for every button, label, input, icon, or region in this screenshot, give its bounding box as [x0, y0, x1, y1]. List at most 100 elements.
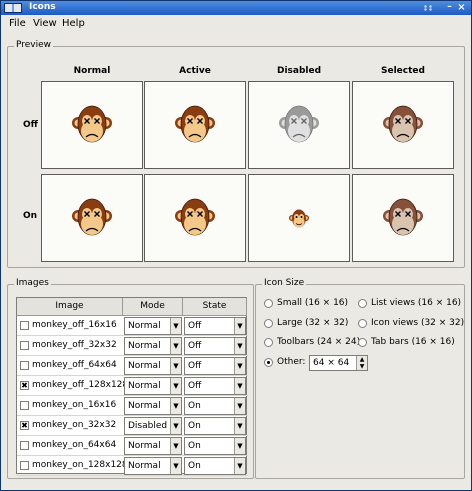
table-row[interactable]: monkey_off_64x64 Normal ▼ Off ▼ — [17, 356, 248, 376]
row-header-on: On — [23, 211, 38, 221]
state-value: On — [188, 441, 201, 451]
table-row[interactable]: monkey_off_32x32 Normal ▼ Off ▼ — [17, 336, 248, 356]
menu-help[interactable]: Help — [62, 18, 85, 29]
chevron-down-icon[interactable]: ▼ — [170, 338, 181, 354]
close-button[interactable]: × — [456, 2, 467, 13]
image-name: monkey_off_64x64 — [32, 360, 117, 370]
images-table[interactable]: Image Mode State monkey_off_16x16 Normal ▼… — [16, 297, 248, 476]
row-header-off: Off — [23, 120, 38, 130]
table-row[interactable]: monkey_on_64x64 Normal ▼ On ▼ — [17, 436, 248, 456]
state-value: On — [188, 421, 201, 431]
chevron-down-icon[interactable]: ▼ — [170, 358, 181, 374]
chevron-down-icon[interactable]: ▼ — [170, 418, 181, 434]
menu-bar: File View Help — [1, 15, 471, 33]
radio-list-views-indicator[interactable] — [358, 299, 367, 308]
chevron-down-icon[interactable]: ▼ — [234, 378, 245, 394]
preview-on-selected — [352, 174, 454, 262]
monkey-on-icon — [72, 198, 112, 236]
chevron-down-icon[interactable]: ▼ — [234, 438, 245, 454]
chevron-down-icon[interactable]: ▼ — [234, 398, 245, 414]
header-mode[interactable]: Mode — [123, 298, 183, 316]
table-row[interactable]: ✖ monkey_off_128x128 Normal ▼ Off ▼ — [17, 376, 248, 396]
mode-combobox[interactable]: Disabled ▼ — [124, 417, 182, 435]
app-icon[interactable] — [4, 3, 22, 13]
title-bar[interactable]: Icons – × — [1, 1, 471, 15]
icon-size-group: Icon Size — [255, 278, 465, 479]
radio-other-indicator[interactable] — [264, 358, 273, 367]
chevron-down-icon[interactable]: ▼ — [234, 358, 245, 374]
image-name: monkey_on_32x32 — [32, 420, 117, 430]
mode-combobox[interactable]: Normal ▼ — [124, 457, 182, 475]
state-value: Off — [188, 361, 202, 371]
row-checkbox[interactable] — [20, 461, 29, 470]
mode-combobox[interactable]: Normal ▼ — [124, 437, 182, 455]
monkey-on-icon — [175, 198, 215, 236]
state-combobox[interactable]: On ▼ — [184, 457, 246, 475]
row-checkbox[interactable] — [20, 401, 29, 410]
radio-list-views-label: List views (16 × 16) — [371, 298, 462, 308]
preview-group-title: Preview — [14, 40, 54, 50]
mode-combobox[interactable]: Normal ▼ — [124, 397, 182, 415]
table-row[interactable]: monkey_on_16x16 Normal ▼ On ▼ — [17, 396, 248, 416]
column-header-active: Active — [179, 66, 211, 76]
menu-view[interactable]: View — [33, 18, 57, 29]
table-row[interactable]: ✖ monkey_on_32x32 Disabled ▼ On ▼ — [17, 416, 248, 436]
mode-value: Normal — [128, 441, 161, 451]
table-row[interactable]: monkey_on_128x128 Normal ▼ On ▼ — [17, 456, 248, 476]
chevron-down-icon[interactable]: ▼ — [170, 318, 181, 334]
chevron-down-icon[interactable]: ▼ — [234, 338, 245, 354]
radio-small-indicator[interactable] — [264, 299, 273, 308]
mode-combobox[interactable]: Normal ▼ — [124, 337, 182, 355]
chevron-down-icon[interactable]: ▼ — [234, 418, 245, 434]
column-header-selected: Selected — [381, 66, 425, 76]
chevron-down-icon[interactable]: ▼ — [234, 318, 245, 334]
row-checkbox[interactable] — [20, 341, 29, 350]
mode-combobox[interactable]: Normal ▼ — [124, 377, 182, 395]
chevron-down-icon[interactable]: ▼ — [170, 398, 181, 414]
chevron-down-icon[interactable]: ▼ — [170, 378, 181, 394]
chevron-down-icon[interactable]: ▼ — [170, 458, 181, 474]
state-value: Off — [188, 341, 202, 351]
radio-tab-bars-indicator[interactable] — [358, 338, 367, 347]
row-checkbox[interactable] — [20, 321, 29, 330]
spin-arrows-icon[interactable]: ▲ ▼ — [356, 356, 367, 370]
preview-off-selected — [352, 81, 454, 169]
mode-value: Normal — [128, 361, 161, 371]
state-value: Off — [188, 321, 202, 331]
mode-combobox[interactable]: Normal ▼ — [124, 317, 182, 335]
icon-size-group-title: Icon Size — [262, 278, 307, 288]
row-checkbox[interactable]: ✖ — [20, 381, 29, 390]
state-combobox[interactable]: On ▼ — [184, 417, 246, 435]
state-combobox[interactable]: Off ▼ — [184, 377, 246, 395]
state-combobox[interactable]: Off ▼ — [184, 317, 246, 335]
table-row[interactable]: monkey_off_16x16 Normal ▼ Off ▼ — [17, 316, 248, 336]
monkey-off-icon — [175, 105, 215, 143]
row-checkbox[interactable] — [20, 441, 29, 450]
state-combobox[interactable]: On ▼ — [184, 397, 246, 415]
preview-off-disabled — [248, 81, 350, 169]
row-checkbox[interactable]: ✖ — [20, 421, 29, 430]
chevron-down-icon[interactable]: ▼ — [170, 438, 181, 454]
monkey-on-icon — [383, 198, 423, 236]
radio-toolbars-indicator[interactable] — [264, 338, 273, 347]
minimize-button[interactable]: – — [444, 2, 455, 13]
mode-value: Normal — [128, 341, 161, 351]
preview-off-normal — [41, 81, 143, 169]
radio-icon-views-indicator[interactable] — [358, 319, 367, 328]
column-header-normal: Normal — [73, 66, 111, 76]
row-checkbox[interactable] — [20, 361, 29, 370]
header-state[interactable]: State — [183, 298, 247, 316]
mode-combobox[interactable]: Normal ▼ — [124, 357, 182, 375]
state-combobox[interactable]: Off ▼ — [184, 337, 246, 355]
radio-large-indicator[interactable] — [264, 319, 273, 328]
radio-large-label: Large (32 × 32) — [277, 318, 349, 328]
state-combobox[interactable]: On ▼ — [184, 437, 246, 455]
chevron-down-icon[interactable]: ▼ — [234, 458, 245, 474]
app-window: Icons – × File View Help Preview Normal … — [0, 0, 472, 491]
monkey-off-icon — [383, 105, 423, 143]
other-size-spinbox[interactable]: 64 × 64 ▲ ▼ — [309, 355, 368, 371]
menu-file[interactable]: File — [9, 18, 26, 29]
state-combobox[interactable]: Off ▼ — [184, 357, 246, 375]
preview-group: Preview Normal Active Disabled Selected … — [7, 40, 465, 268]
header-image[interactable]: Image — [17, 298, 123, 316]
